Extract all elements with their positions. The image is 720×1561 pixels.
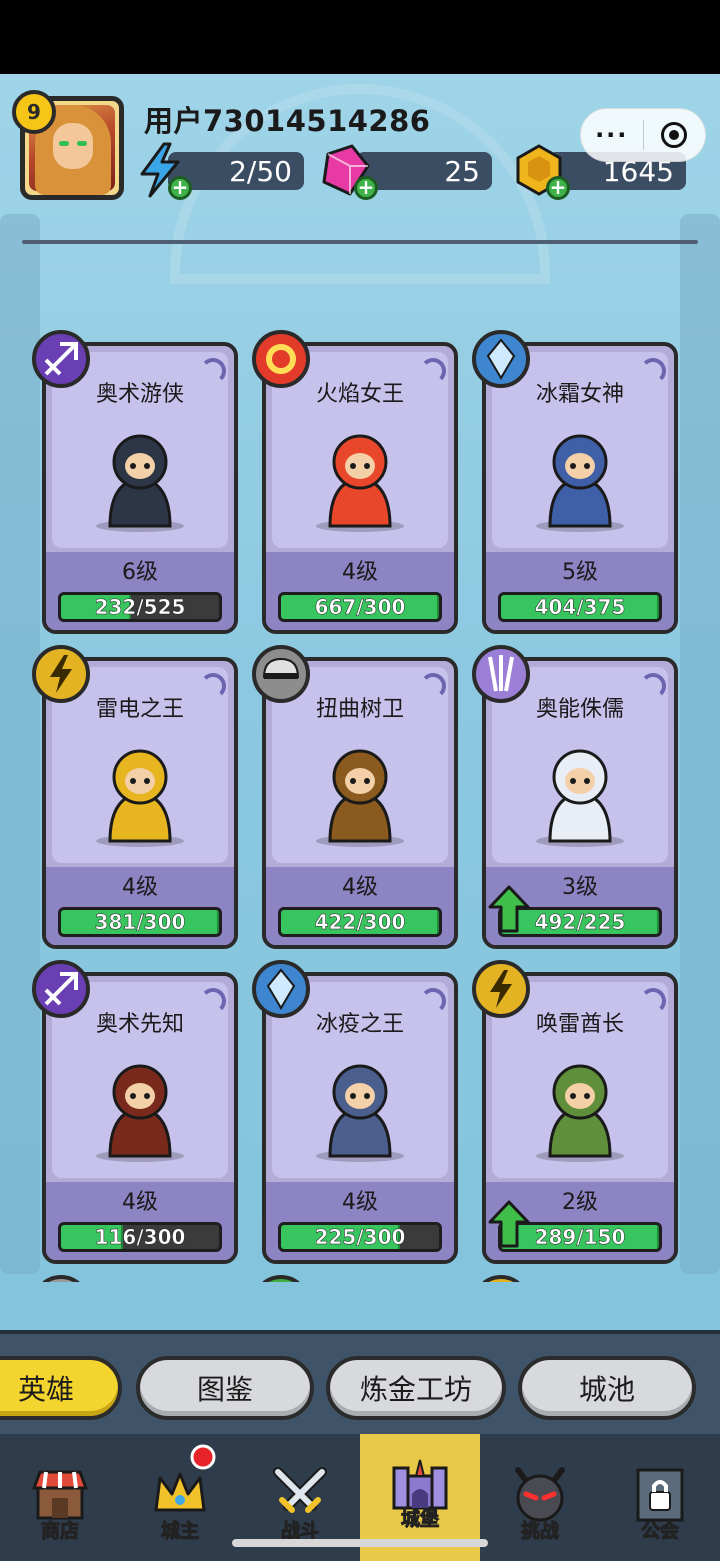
hero-xp-bar: 116/300: [58, 1222, 222, 1252]
hero-level: 4级: [122, 875, 158, 900]
hero-level: 4级: [342, 875, 378, 900]
hero-xp-text: 116/300: [94, 1225, 186, 1249]
miniprogram-capsule: ···: [580, 108, 706, 162]
nav-challenge[interactable]: 挑战: [480, 1434, 600, 1561]
gem-add-button[interactable]: +: [320, 142, 378, 200]
hero-xp-bar: 667/300: [278, 592, 442, 622]
hero-portrait: [536, 434, 624, 532]
tornado-icon: [262, 1275, 300, 1282]
shop-icon: [31, 1470, 89, 1520]
nav-shop[interactable]: 商店: [0, 1434, 120, 1561]
target-icon: [661, 122, 688, 148]
gold-add-button[interactable]: +: [512, 142, 570, 200]
hero-xp-bar: 404/375: [498, 592, 662, 622]
hero-xp-text: 232/525: [94, 595, 186, 619]
hero-xp-text: 225/300: [314, 1225, 406, 1249]
upgrade-arrow-icon: [488, 1200, 530, 1248]
ice-crystal-icon: [252, 960, 310, 1018]
helmet-icon: [252, 645, 310, 703]
player-level-badge: 9: [12, 90, 56, 134]
hero-portrait: [316, 1064, 404, 1162]
hero-level: 4级: [122, 1190, 158, 1215]
hero-xp-text: 422/300: [314, 910, 406, 934]
lightning-icon: [32, 645, 90, 703]
hero-xp-text: 667/300: [314, 595, 406, 619]
nav-guild[interactable]: 公会: [600, 1434, 720, 1561]
lightning-icon: [472, 960, 530, 1018]
close-miniprogram-button[interactable]: [643, 122, 705, 148]
notification-dot-icon: [190, 1444, 216, 1470]
more-menu-button[interactable]: ···: [581, 121, 643, 149]
hero-xp-bar: 422/300: [278, 907, 442, 937]
hero-level: 5级: [562, 560, 598, 585]
crown-icon: [154, 1472, 206, 1512]
hero-grid: 奥术游侠 6级 232/525 火焰女王 4级 667/300 冰霜女神 5级 404/375 雷…: [0, 254, 720, 1282]
locked-guild-icon: [636, 1468, 684, 1522]
hero-xp-text: 404/375: [534, 595, 626, 619]
hero-level: 4级: [342, 1190, 378, 1215]
energy-add-button[interactable]: +: [134, 142, 192, 200]
nav-lord[interactable]: 城主: [120, 1434, 240, 1561]
plus-icon: +: [168, 176, 192, 200]
upgrade-arrow-icon: [488, 885, 530, 933]
tab-city[interactable]: 城池: [518, 1356, 696, 1420]
demon-icon: [515, 1467, 565, 1522]
hero-portrait: [96, 1064, 184, 1162]
hero-portrait: [96, 434, 184, 532]
hero-portrait: [536, 1064, 624, 1162]
hero-portrait: [96, 749, 184, 847]
tab-alchemy-workshop[interactable]: 炼金工坊: [326, 1356, 506, 1420]
plus-icon: +: [354, 176, 378, 200]
hero-portrait: [316, 434, 404, 532]
lightning-icon: [482, 1275, 520, 1282]
hero-xp-bar: 232/525: [58, 592, 222, 622]
tab-heroes[interactable]: 英雄: [0, 1356, 122, 1420]
castle-screen: 9 用户73014514286 2/50 + 25 + 1645 + ··· 奥…: [0, 74, 720, 1561]
fire-ring-icon: [252, 330, 310, 388]
arcane-arrows-icon: [32, 960, 90, 1018]
section-tab-row: 英雄 图鉴 炼金工坊 城池: [0, 1330, 720, 1434]
arcane-claw-icon: [472, 645, 530, 703]
hero-level: 4级: [342, 560, 378, 585]
hero-portrait: [316, 749, 404, 847]
hero-portrait: [536, 749, 624, 847]
hero-xp-bar: 225/300: [278, 1222, 442, 1252]
hero-xp-bar: 381/300: [58, 907, 222, 937]
status-bar: [0, 0, 720, 74]
hero-xp-text: 381/300: [94, 910, 186, 934]
swords-icon: [273, 1467, 327, 1513]
username: 用户73014514286: [144, 104, 431, 138]
home-indicator: [232, 1539, 488, 1547]
ice-crystal-icon: [472, 330, 530, 388]
header-divider: [22, 240, 698, 244]
hero-level: 6级: [122, 560, 158, 585]
plus-icon: +: [546, 176, 570, 200]
rock-icon: [42, 1275, 80, 1282]
arcane-arrows-icon: [32, 330, 90, 388]
tab-codex[interactable]: 图鉴: [136, 1356, 314, 1420]
